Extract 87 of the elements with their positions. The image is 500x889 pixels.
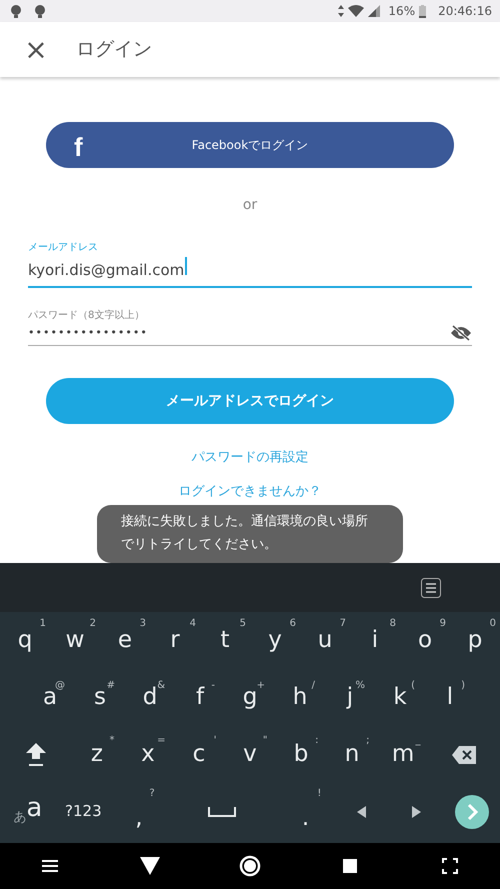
home-icon[interactable] — [239, 855, 261, 877]
keyboard-key[interactable]: m_ — [378, 726, 429, 783]
keyboard-key[interactable]: w 2 — [50, 612, 100, 669]
key-hint: 2 — [90, 619, 96, 629]
error-toast: 接続に失敗しました。通信環境の良い場所でリトライしてください。 — [97, 505, 403, 562]
keyboard-key[interactable]: f - — [175, 669, 225, 726]
keyboard-key[interactable]: z * — [71, 726, 122, 783]
notification-icon — [10, 4, 22, 18]
facebook-icon: f — [74, 128, 83, 167]
divider-text: or — [242, 197, 258, 213]
keyboard-key[interactable]: k ( — [375, 669, 425, 726]
keyboard-key[interactable]: g+ — [225, 669, 275, 726]
keyboard-key[interactable]: a@ — [25, 669, 75, 726]
key-hint: 7 — [340, 619, 346, 629]
keyboard-key[interactable]: p 0 — [450, 612, 500, 669]
keyboard-key[interactable]: v " — [224, 726, 276, 783]
left-arrow-icon — [356, 806, 366, 818]
backspace-icon — [452, 746, 476, 764]
signal-icon — [368, 5, 380, 17]
key-hint: / — [312, 681, 315, 691]
keyboard-key[interactable]: r 4 — [150, 612, 200, 669]
keyboard-key[interactable]: c ' — [173, 726, 224, 783]
keyboard-key[interactable]: q 1 — [0, 612, 50, 669]
key-hint: - — [211, 681, 215, 691]
key-hint: 9 — [440, 619, 446, 629]
key-hint: ( — [411, 681, 415, 691]
clock-text: 20:46:16 — [438, 3, 492, 20]
key-hint: ; — [366, 736, 370, 746]
keyboard-key[interactable]: d& — [125, 669, 175, 726]
key-hint: 0 — [490, 619, 496, 629]
page-title: ログイン — [76, 37, 152, 62]
key-hint: * — [109, 736, 114, 746]
wifi-icon — [348, 5, 364, 17]
key-hint: 6 — [290, 619, 296, 629]
keyboard-key[interactable]: n ; — [326, 726, 378, 783]
keyboard-key[interactable]: y 6 — [250, 612, 300, 669]
keyboard-key[interactable]: t 5 — [200, 612, 250, 669]
right-arrow-icon — [412, 806, 422, 818]
email-field[interactable]: kyori.dis@gmail.com — [28, 255, 472, 288]
next-icon — [455, 794, 490, 828]
keyboard-key[interactable]: s# — [75, 669, 125, 726]
keyboard-key[interactable]: x= — [122, 726, 174, 783]
key-hint: # — [106, 681, 115, 691]
close-button[interactable]: × — [8, 36, 64, 64]
keyboard-key[interactable]: i 8 — [350, 612, 400, 669]
keyboard-key[interactable]: o 9 — [400, 612, 450, 669]
menu-icon[interactable] — [421, 578, 441, 598]
keyboard-key[interactable]: j% — [325, 669, 375, 726]
key-hint: ! — [317, 789, 322, 799]
key-hint: _ — [416, 736, 421, 746]
notification-icon — [34, 4, 46, 18]
data-arrows-icon — [338, 5, 344, 17]
facebook-login-button[interactable]: f Facebookでログイン — [46, 122, 454, 168]
key-hint: ' — [214, 736, 216, 746]
key-hint: = — [157, 736, 166, 746]
key-hint: 3 — [140, 619, 146, 629]
field-label: メールアドレス — [28, 241, 99, 255]
back-icon[interactable] — [140, 857, 160, 875]
key-hint: ? — [149, 789, 155, 799]
symbols-key[interactable]: ?123 — [56, 783, 112, 840]
key-hint: : — [315, 736, 318, 746]
keyboard-key[interactable]: , ? — [111, 783, 167, 840]
field-label: パスワード（8文字以上） — [28, 308, 146, 322]
key-hint: @ — [55, 681, 65, 691]
menu-icon[interactable] — [40, 857, 60, 875]
shift-icon — [26, 742, 46, 766]
key-hint: 4 — [190, 619, 196, 629]
fullscreen-icon[interactable] — [442, 858, 458, 874]
key-hint: ) — [461, 681, 465, 691]
key-hint: 1 — [40, 619, 46, 629]
keyboard-key[interactable]: e 3 — [100, 612, 150, 669]
battery-text: 16% — [388, 3, 416, 20]
key-hint: " — [262, 736, 268, 746]
key-hint: 5 — [240, 619, 246, 629]
battery-icon — [419, 4, 426, 18]
password-field[interactable]: •••••••••••••••• — [28, 322, 472, 346]
keyboard-key[interactable]: . ! — [278, 783, 334, 840]
key-hint: & — [157, 681, 165, 691]
keyboard-key[interactable]: b : — [275, 726, 326, 783]
key-hint: + — [256, 681, 265, 691]
key-hint: 8 — [390, 619, 396, 629]
keyboard-key[interactable]: u 7 — [300, 612, 350, 669]
hidden-eye-icon[interactable] — [450, 325, 472, 341]
key-hint: % — [355, 681, 365, 691]
keyboard-key[interactable]: h / — [275, 669, 325, 726]
space-icon — [208, 806, 236, 816]
keyboard-key[interactable]: l ) — [425, 669, 475, 726]
